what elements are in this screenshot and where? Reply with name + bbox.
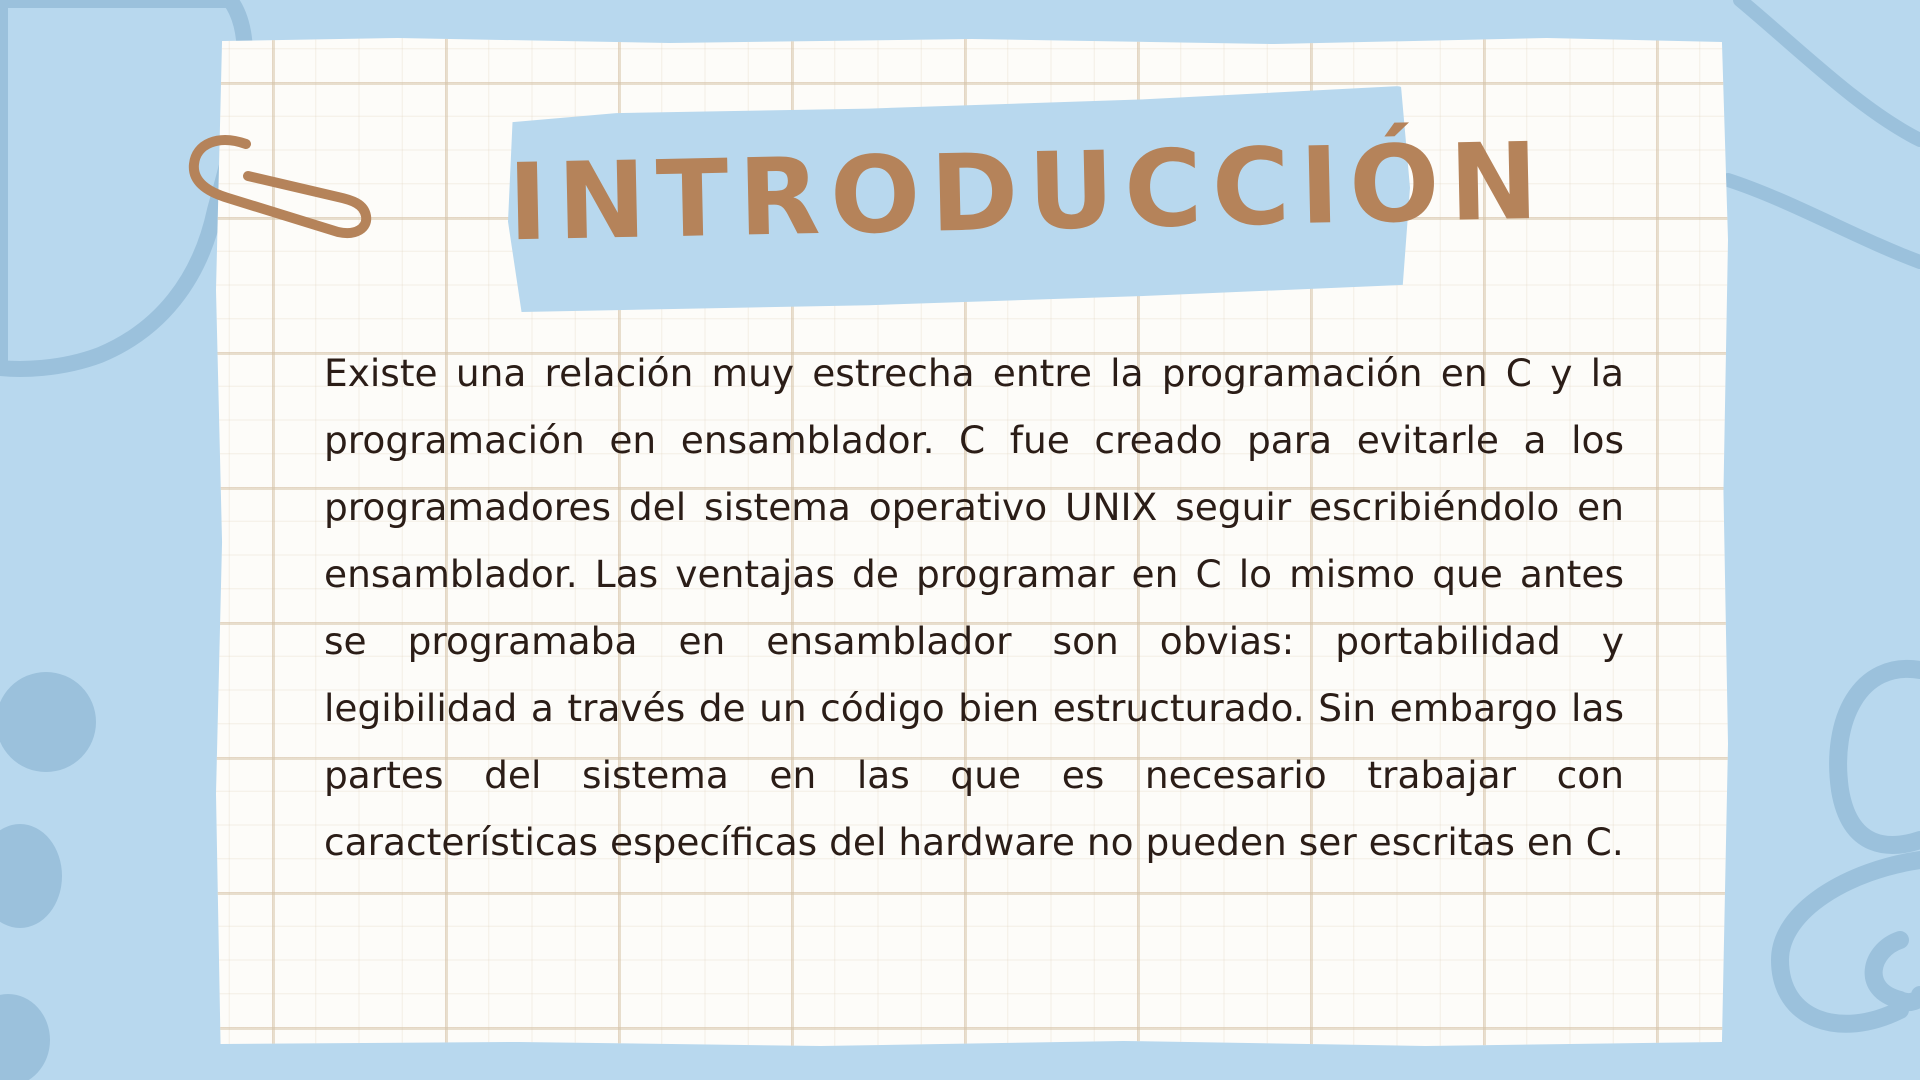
dot-left-3 [0, 994, 50, 1080]
dot-left-1 [0, 672, 96, 772]
swirl-top-right [1733, 0, 1920, 147]
slide-title: INTRODUCCIÓN [506, 119, 1550, 265]
swirl-right [1721, 173, 1920, 269]
intro-paragraph: Existe una relación muy estrecha entre l… [324, 351, 1624, 864]
swirl-bottom-right [1770, 659, 1920, 1033]
paperclip-icon [188, 135, 372, 238]
dot-left-2 [0, 824, 62, 928]
